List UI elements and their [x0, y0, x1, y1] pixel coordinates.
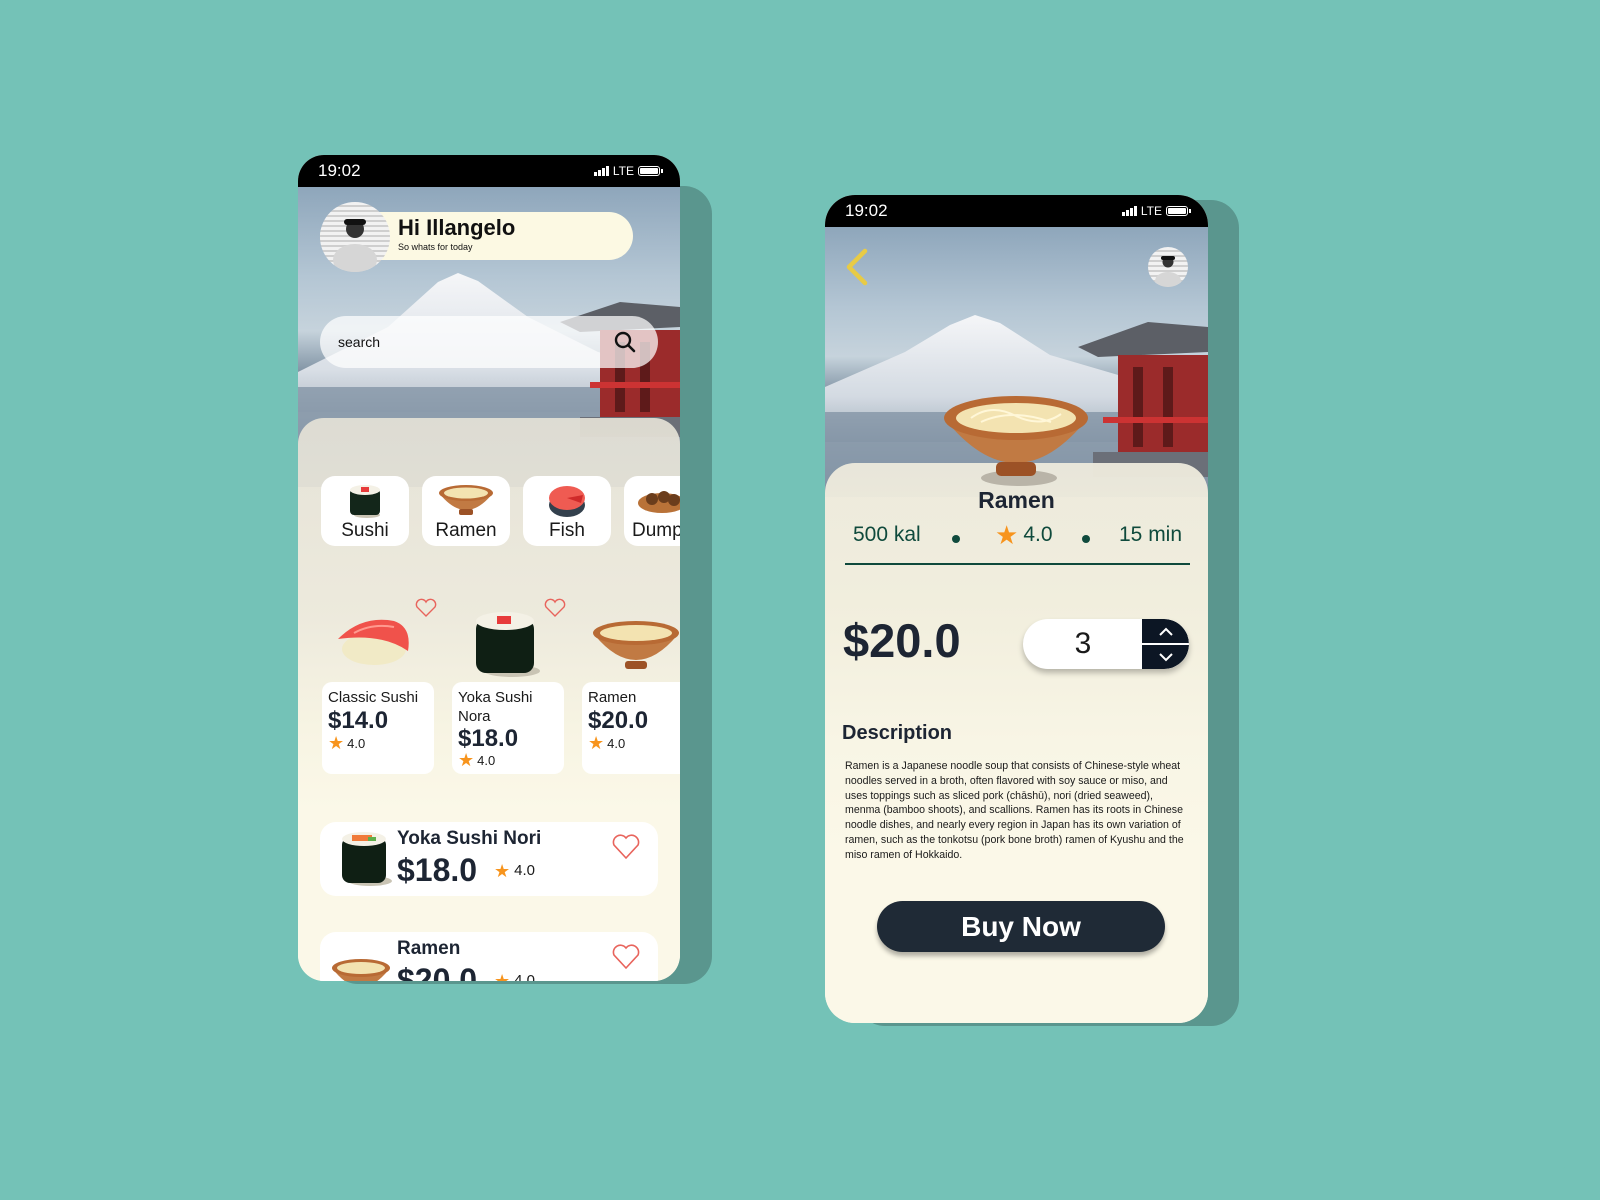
list-item[interactable]: Ramen $20.0 ★ 4.0 — [320, 932, 658, 981]
divider — [845, 563, 1190, 565]
category-fish[interactable]: Fish — [523, 476, 611, 546]
category-label: Dump — [632, 520, 680, 541]
star-icon: ★ — [328, 733, 345, 753]
increment-button[interactable] — [1142, 619, 1189, 644]
star-icon: ★ — [494, 970, 511, 982]
quantity-stepper[interactable]: 3 — [1023, 619, 1189, 669]
greeting-title: Hi Illangelo — [398, 215, 516, 240]
item-name: Ramen — [588, 689, 637, 706]
dish-price: $20.0 — [843, 614, 961, 667]
maki-roll-icon — [342, 832, 392, 886]
item-price: $20.0 — [588, 707, 649, 734]
ramen-bowl-icon — [593, 621, 679, 669]
salmon-steak-icon — [549, 486, 585, 517]
featured-item-card[interactable]: Yoka Sushi Nora $18.0 ★ 4.0 — [452, 682, 564, 774]
network-label: LTE — [612, 164, 634, 178]
item-name: Classic Sushi — [328, 689, 419, 706]
item-name: Ramen — [397, 938, 461, 959]
star-icon: ★ — [588, 733, 605, 753]
category-label: Fish — [549, 520, 585, 541]
back-arrow-icon[interactable] — [843, 247, 871, 287]
description-text: Ramen is a Japanese noodle soup that con… — [845, 760, 1184, 861]
calories: 500 kal — [853, 523, 921, 546]
item-name: Yoka Sushi Nora — [458, 689, 533, 725]
dumplings-icon — [638, 491, 680, 513]
dish-rating: ★ 4.0 — [995, 520, 1053, 550]
status-time: 19:02 — [845, 201, 888, 220]
category-sushi[interactable]: Sushi — [321, 476, 409, 546]
search-bar[interactable]: search — [320, 316, 658, 368]
item-rating: ★ 4.0 — [494, 970, 535, 982]
ramen-bowl-icon — [439, 485, 493, 515]
nigiri-icon — [338, 619, 409, 665]
star-icon: ★ — [494, 860, 511, 881]
dish-title: Ramen — [978, 487, 1055, 513]
signal-icon — [1121, 206, 1137, 216]
battery-icon — [638, 166, 663, 176]
category-label: Sushi — [341, 520, 389, 541]
featured-item-card[interactable]: Ramen $20.0 ★ 4.0 — [582, 682, 680, 774]
item-name: Yoka Sushi Nori — [397, 828, 542, 849]
ramen-bowl-icon — [332, 959, 390, 981]
canvas-background — [0, 0, 1568, 1176]
buy-now-button[interactable]: Buy Now — [877, 901, 1165, 952]
prep-time: 15 min — [1119, 523, 1183, 546]
battery-icon — [1166, 206, 1191, 216]
user-avatar[interactable] — [320, 202, 390, 272]
person-icon — [333, 219, 377, 272]
item-rating: ★ 4.0 — [588, 733, 626, 753]
chevron-down-icon — [1158, 652, 1173, 661]
item-rating: ★ 4.0 — [494, 860, 535, 881]
maki-roll-icon — [476, 612, 540, 677]
item-rating: ★ 4.0 — [458, 750, 496, 770]
search-icon[interactable] — [614, 331, 636, 353]
ramen-bowl-image — [944, 396, 1088, 486]
status-indicators: LTE — [1121, 204, 1191, 218]
favorite-heart-icon[interactable] — [610, 832, 642, 860]
category-dumplings[interactable]: Dump — [624, 476, 680, 546]
star-icon: ★ — [995, 520, 1019, 550]
quantity-buttons — [1142, 619, 1189, 669]
person-icon — [1155, 256, 1181, 287]
description-heading: Description — [842, 722, 953, 744]
detail-screen: 19:02 LTE Ramen 500 kal ★ 4.0 15 min $20… — [825, 195, 1208, 1023]
star-icon: ★ — [458, 750, 475, 770]
favorite-heart-icon[interactable] — [414, 598, 438, 618]
favorite-heart-icon[interactable] — [610, 942, 642, 970]
home-screen: 19:02 LTE Hi Illangelo So whats for toda… — [298, 155, 680, 981]
user-avatar[interactable] — [1148, 247, 1188, 287]
chevron-up-icon — [1158, 627, 1173, 636]
status-bar: 19:02 LTE — [298, 155, 680, 187]
signal-icon — [593, 166, 609, 176]
status-indicators: LTE — [593, 164, 663, 178]
status-bar: 19:02 LTE — [825, 195, 1208, 227]
category-ramen[interactable]: Ramen — [422, 476, 510, 546]
favorite-heart-icon[interactable] — [543, 598, 567, 618]
separator-dot — [952, 535, 960, 543]
sushi-roll-icon — [350, 485, 380, 518]
separator-dot — [1082, 535, 1090, 543]
item-price: $14.0 — [328, 707, 389, 734]
network-label: LTE — [1140, 204, 1162, 218]
search-input[interactable]: search — [338, 334, 380, 350]
status-time: 19:02 — [318, 161, 361, 180]
item-rating: ★ 4.0 — [328, 733, 366, 753]
greeting-subtitle: So whats for today — [398, 242, 473, 252]
item-price: $18.0 — [397, 852, 478, 888]
quantity-value[interactable]: 3 — [1023, 619, 1143, 669]
featured-item-card[interactable]: Classic Sushi $14.0 ★ 4.0 — [322, 682, 434, 774]
item-price: $20.0 — [397, 962, 478, 981]
pagoda-image — [1078, 322, 1208, 477]
item-price: $18.0 — [458, 725, 519, 752]
category-label: Ramen — [435, 520, 497, 541]
decrement-button[interactable] — [1142, 644, 1189, 669]
list-item[interactable]: Yoka Sushi Nori $18.0 ★ 4.0 — [320, 822, 658, 896]
